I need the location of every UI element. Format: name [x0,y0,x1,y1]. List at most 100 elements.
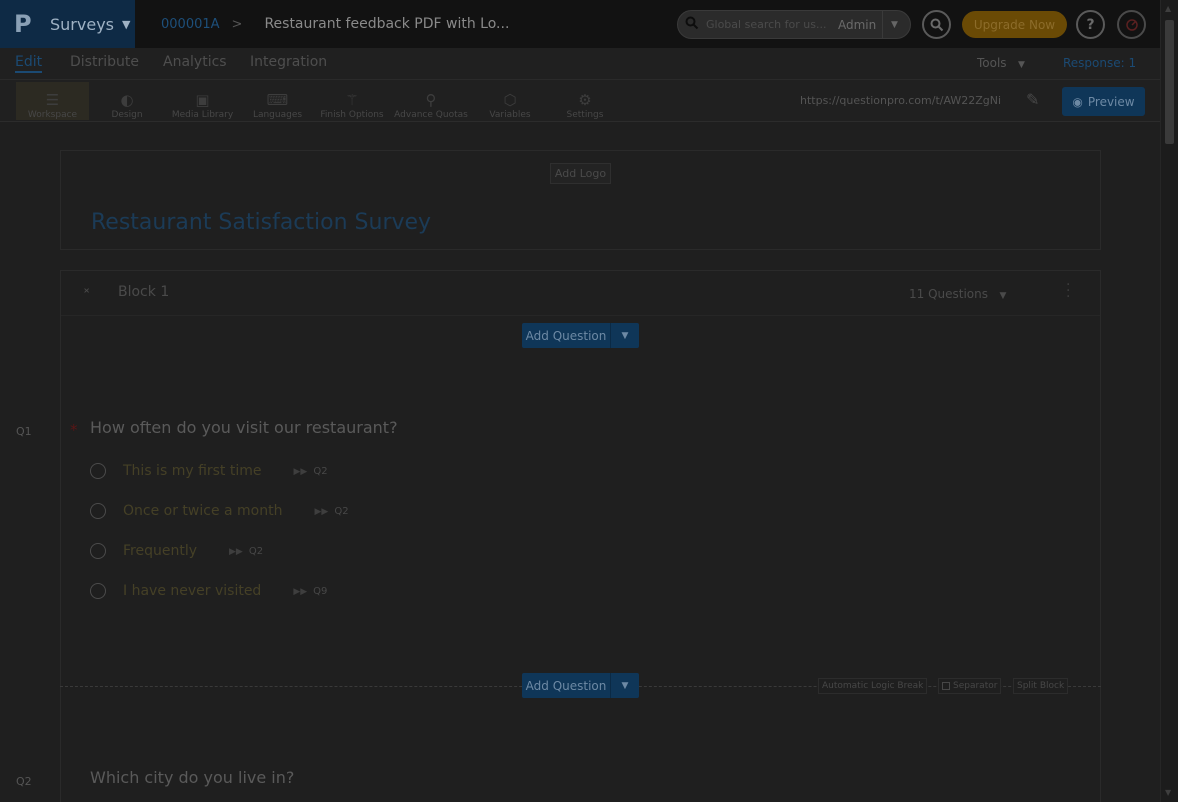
option-label[interactable]: This is my first time [123,463,262,479]
tab-integration[interactable]: Integration [250,54,327,70]
scroll-down-icon[interactable]: ▼ [1165,788,1171,797]
skip-logic[interactable]: ▶▶ Q9 [293,586,327,597]
block-name[interactable]: Block 1 [118,284,169,300]
toolbar-variables-label: Variables [489,110,531,120]
magic-wand-icon: ⚚ [345,91,359,109]
answer-option[interactable]: Once or twice a month ▶▶ Q2 [90,501,349,521]
skip-target: Q2 [313,465,328,477]
radio-button[interactable] [90,463,106,479]
answer-option[interactable]: I have never visited ▶▶ Q9 [90,581,327,601]
collapse-block-icon[interactable]: ⌄ ⌃ [82,282,91,300]
question-number: Q1 [16,425,32,438]
radio-button[interactable] [90,543,106,559]
add-question-dropdown-icon[interactable]: ▼ [611,323,639,348]
breadcrumb-survey-id[interactable]: 000001A [161,17,220,32]
chevron-down-icon: ▼ [122,17,131,31]
split-block-button[interactable]: Split Block [1013,678,1069,694]
help-icon[interactable]: ? [1076,10,1105,39]
quota-icon: ⚲ [425,91,437,109]
eye-icon: ◉ [1072,94,1083,109]
tag-icon: ⬡ [503,91,517,109]
add-logo-button[interactable]: Add Logo [550,163,611,184]
answer-option[interactable]: Frequently ▶▶ Q2 [90,541,263,561]
tab-distribute[interactable]: Distribute [70,54,139,70]
toolbar-advance-quotas-label: Advance Quotas [394,110,468,120]
question-text[interactable]: How often do you visit our restaurant? [90,418,398,437]
block-card [60,270,1101,802]
toolbar-finish-options[interactable]: ⚚ Finish Options [317,82,387,120]
answer-option[interactable]: This is my first time ▶▶ Q2 [90,461,328,481]
add-question-button[interactable]: Add Question ▼ [522,673,639,698]
image-icon: ▣ [195,91,210,109]
add-question-dropdown-icon[interactable]: ▼ [611,673,639,698]
question-count-label: 11 Questions [909,287,989,301]
separator-label: Separator [953,681,998,691]
upgrade-button[interactable]: Upgrade Now [962,11,1067,38]
option-label[interactable]: I have never visited [123,583,261,599]
option-label[interactable]: Once or twice a month [123,503,282,519]
chevron-down-icon: ▼ [999,291,1007,301]
tools-label: Tools [977,56,1007,70]
skip-target: Q2 [334,505,349,517]
add-question-button[interactable]: Add Question ▼ [522,323,639,348]
add-question-label[interactable]: Add Question [522,323,611,348]
tab-analytics[interactable]: Analytics [163,54,227,70]
survey-title[interactable]: Restaurant Satisfaction Survey [91,210,431,235]
workspace-icon: ☰ [45,91,60,109]
toolbar-finish-options-label: Finish Options [320,110,384,120]
toolbar-design[interactable]: ◐ Design [104,82,150,120]
product-switcher[interactable]: P Surveys ▼ [0,0,135,48]
vertical-scrollbar[interactable]: ▲ ▼ [1160,0,1178,802]
radio-button[interactable] [90,503,106,519]
search-input[interactable]: Global search for us... [706,18,838,31]
skip-target: Q9 [313,585,328,597]
checkbox-icon[interactable] [942,682,950,690]
toolbar-settings[interactable]: ⚙ Settings [562,82,608,120]
block-more-icon[interactable]: · · · [1066,278,1070,304]
toolbar-workspace[interactable]: ☰ Workspace [16,82,89,120]
skip-logic[interactable]: ▶▶ Q2 [314,506,348,517]
advanced-search-icon[interactable] [922,10,951,39]
skip-logic[interactable]: ▶▶ Q2 [294,466,328,477]
search-icon [678,16,706,34]
question-text[interactable]: Which city do you live in? [90,768,294,787]
product-label: Surveys [50,14,114,34]
toolbar-design-label: Design [111,110,143,120]
profile-avatar-icon[interactable] [1117,10,1146,39]
survey-url[interactable]: https://questionpro.com/t/AW22ZgNi [800,94,1006,107]
toolbar-languages[interactable]: ⌨ Languages [250,82,305,120]
palette-icon: ◐ [120,91,134,109]
main-nav: Edit Distribute Analytics Integration To… [0,48,1160,80]
separator-toggle[interactable]: Separator [938,678,1002,694]
scroll-up-icon[interactable]: ▲ [1165,4,1171,13]
skip-logic[interactable]: ▶▶ Q2 [229,546,263,557]
languages-icon: ⌨ [266,91,289,109]
search-scope-dropdown-icon[interactable]: ▼ [882,11,906,38]
add-question-label[interactable]: Add Question [522,673,611,698]
global-search[interactable]: Global search for us... Admin ▼ [677,10,911,39]
response-count[interactable]: Response: 1 [1063,56,1136,70]
block-header-divider [61,315,1100,316]
breadcrumb-separator-icon: > [231,16,243,32]
automatic-logic-break-button[interactable]: Automatic Logic Break [818,678,928,694]
question-count-dropdown[interactable]: 11 Questions ▼ [909,287,1006,301]
toolbar-media-library[interactable]: ▣ Media Library [166,82,239,120]
radio-button[interactable] [90,583,106,599]
brand-logo: P [14,10,32,38]
fast-forward-icon: ▶▶ [229,546,243,557]
toolbar-advance-quotas[interactable]: ⚲ Advance Quotas [393,82,469,120]
breadcrumb-survey-title[interactable]: Restaurant feedback PDF with Lo... [264,16,509,32]
required-asterisk-icon: * [70,421,78,439]
search-scope[interactable]: Admin [838,18,882,32]
fast-forward-icon: ▶▶ [314,506,329,517]
fast-forward-icon: ▶▶ [293,586,308,597]
scrollbar-thumb[interactable] [1165,20,1174,144]
fast-forward-icon: ▶▶ [293,466,308,477]
toolbar-variables[interactable]: ⬡ Variables [484,82,536,120]
tab-edit[interactable]: Edit [15,54,43,73]
edit-url-pencil-icon[interactable]: ✎ [1026,90,1039,109]
option-label[interactable]: Frequently [123,543,197,559]
preview-button[interactable]: ◉ Preview [1062,87,1145,116]
skip-target: Q2 [248,545,264,557]
tools-menu[interactable]: Tools ▼ [977,56,1025,70]
